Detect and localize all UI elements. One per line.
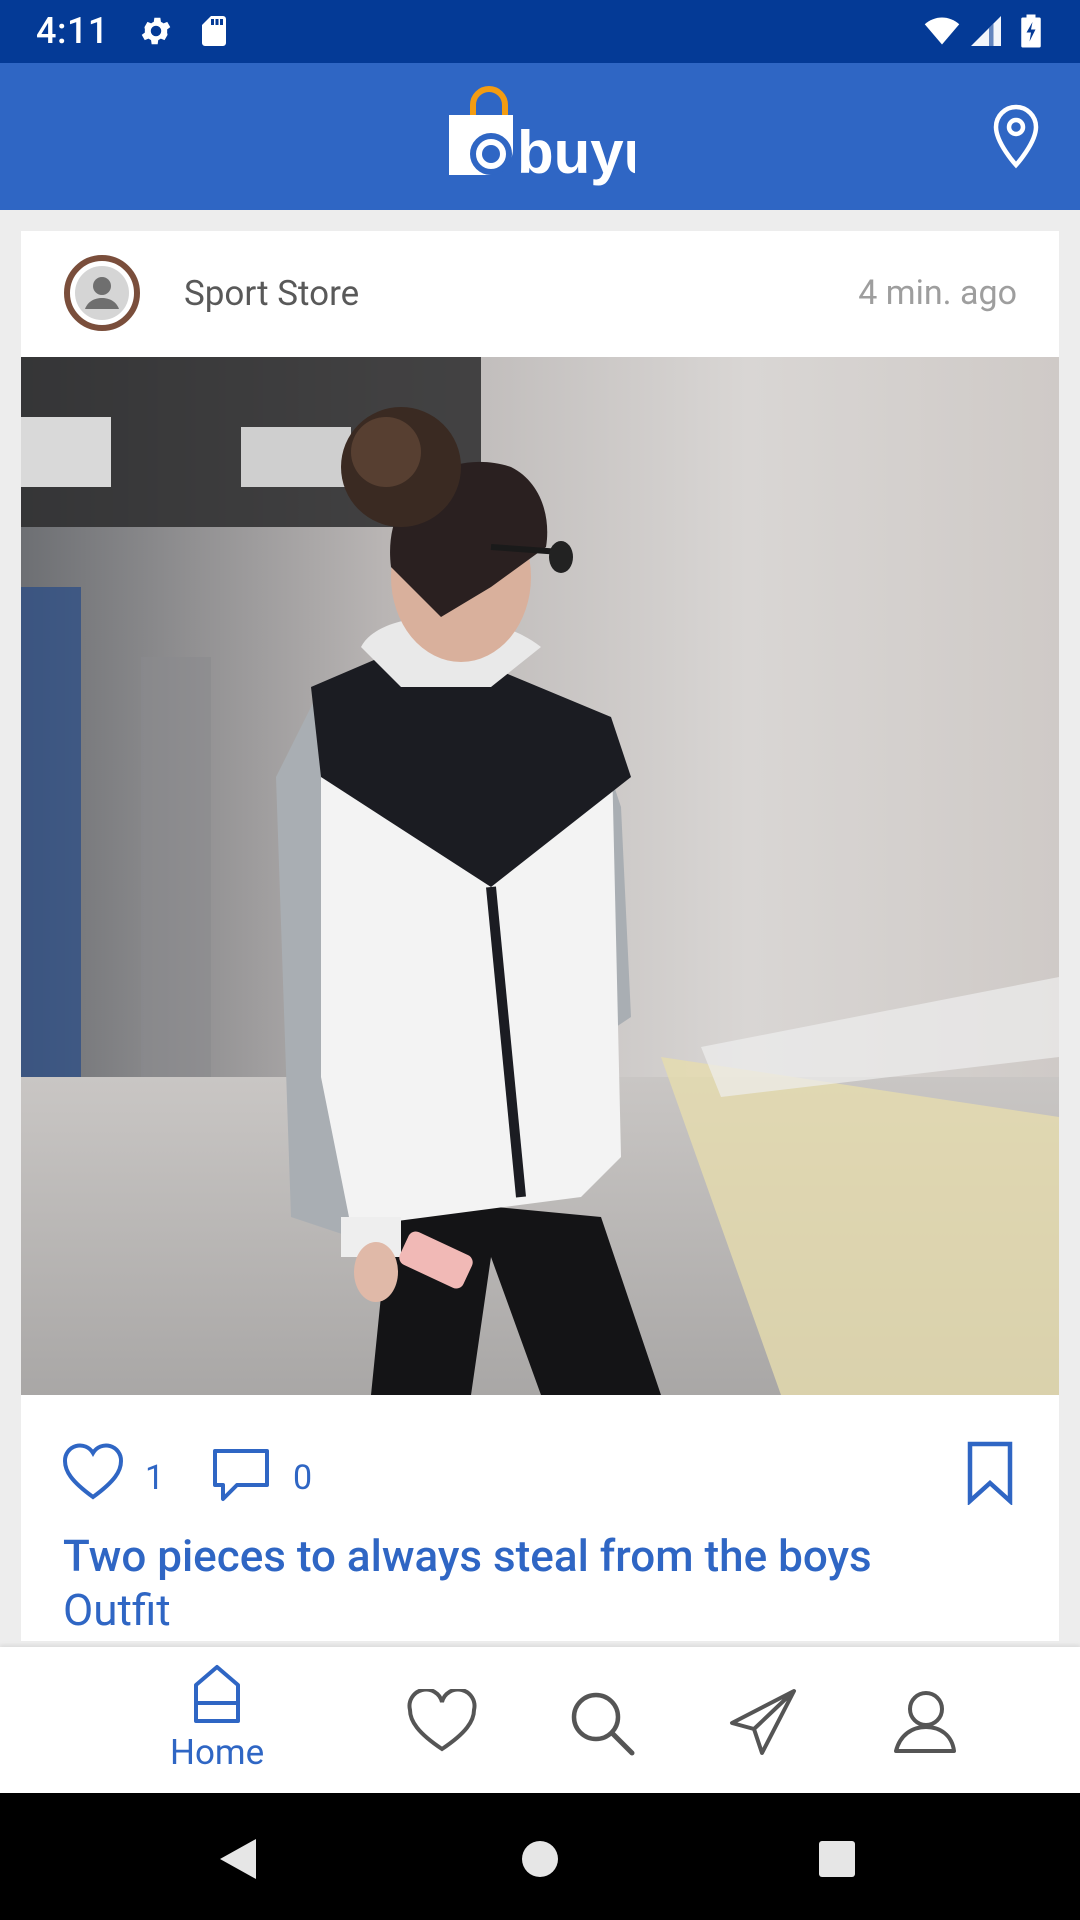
- post-header: Sport Store 4 min. ago: [21, 231, 1059, 357]
- status-time: 4:11: [36, 10, 109, 52]
- settings-icon: [141, 17, 171, 45]
- recents-icon[interactable]: [817, 1839, 857, 1879]
- post-actions: 1 0: [21, 1395, 1059, 1515]
- sd-card-icon: [202, 16, 226, 46]
- comment-icon[interactable]: [211, 1447, 271, 1503]
- home-icon: [194, 1665, 240, 1723]
- bookmark-icon[interactable]: [967, 1441, 1013, 1505]
- logo-text: buyu: [517, 119, 635, 186]
- home-circle-icon[interactable]: [520, 1839, 560, 1879]
- comment-count: 0: [293, 1458, 313, 1498]
- nav-search[interactable]: [562, 1647, 646, 1793]
- profile-icon: [894, 1691, 956, 1753]
- like-heart-icon[interactable]: [61, 1441, 125, 1501]
- store-avatar-icon[interactable]: [63, 254, 141, 332]
- app-bar: buyu: [0, 63, 1080, 210]
- nav-home-label: Home: [170, 1732, 265, 1773]
- store-name[interactable]: Sport Store: [184, 273, 359, 314]
- status-bar: 4:11: [0, 0, 1080, 63]
- nav-home[interactable]: Home: [150, 1647, 290, 1793]
- nav-profile[interactable]: [884, 1647, 968, 1793]
- heart-icon: [407, 1689, 477, 1752]
- signal-icon: [971, 16, 1001, 46]
- post-time: 4 min. ago: [858, 273, 1017, 313]
- nav-messages[interactable]: [722, 1647, 806, 1793]
- post-image[interactable]: [21, 357, 1059, 1395]
- wifi-icon: [924, 17, 960, 45]
- buyu-logo[interactable]: buyu: [445, 81, 635, 191]
- bottom-nav: Home: [0, 1647, 1080, 1793]
- system-nav-bar: [0, 1793, 1080, 1920]
- search-icon: [571, 1692, 635, 1756]
- send-icon: [730, 1689, 796, 1755]
- post-card[interactable]: Sport Store 4 min. ago 1 0 Two pieces to…: [21, 231, 1059, 1641]
- nav-favorites[interactable]: [400, 1647, 484, 1793]
- location-pin-icon[interactable]: [990, 103, 1042, 171]
- like-count: 1: [145, 1458, 165, 1498]
- battery-icon: [1021, 14, 1041, 48]
- post-category: Outfit: [63, 1584, 171, 1636]
- post-title[interactable]: Two pieces to always steal from the boys: [63, 1529, 1023, 1583]
- back-icon[interactable]: [216, 1835, 260, 1883]
